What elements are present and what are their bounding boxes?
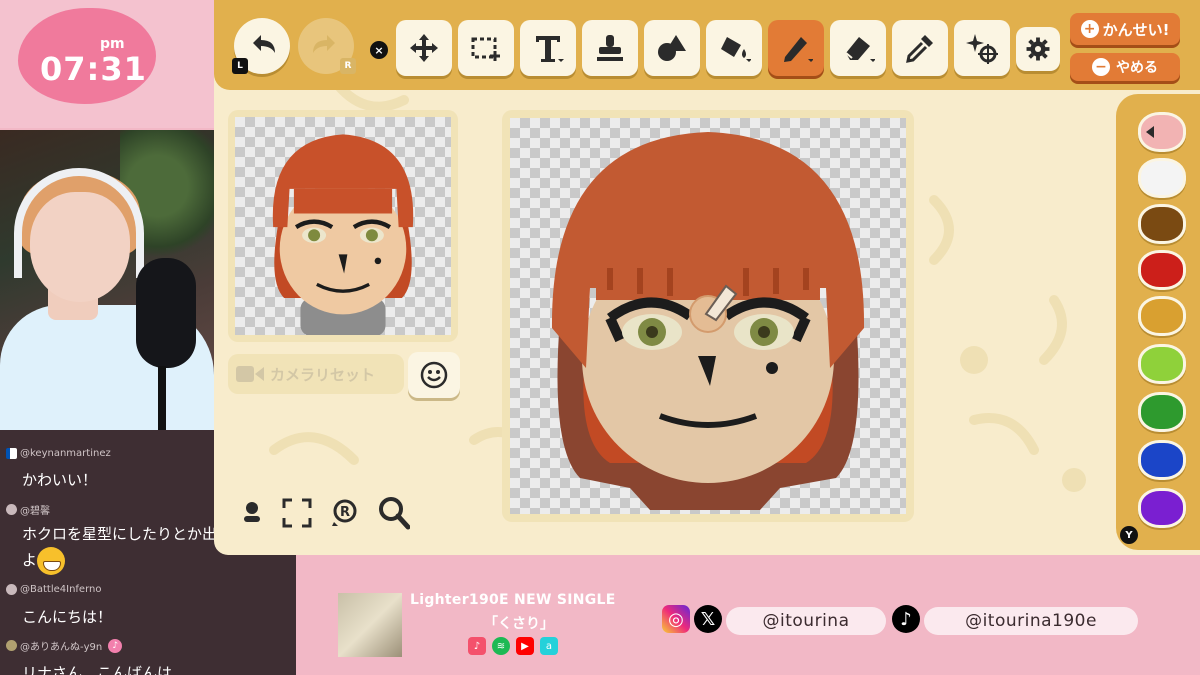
select-tool-button[interactable] bbox=[458, 20, 514, 76]
gear-icon bbox=[1026, 37, 1050, 61]
drawing-canvas[interactable] bbox=[510, 118, 906, 514]
streaming-services: ♪ ≋ ▶ a bbox=[468, 637, 558, 655]
camera-reset-button[interactable]: カメラリセット bbox=[228, 354, 404, 394]
album-cover-image bbox=[338, 593, 402, 657]
chat-text: こんにちは！ bbox=[22, 607, 113, 626]
tiktok-icon[interactable]: ♪ bbox=[892, 605, 920, 633]
clock-time: 07:31 bbox=[40, 50, 147, 88]
svg-text:R: R bbox=[340, 505, 350, 520]
x-icon[interactable]: 𝕏 bbox=[694, 605, 722, 633]
color-swatch[interactable] bbox=[1138, 392, 1186, 432]
toolbar: L R × + かんせい! − やめる bbox=[214, 0, 1200, 90]
microphone-icon bbox=[136, 258, 196, 368]
close-icon[interactable]: × bbox=[370, 41, 388, 59]
single-name: 「くさり」 bbox=[484, 616, 554, 632]
fullscreen-icon[interactable] bbox=[282, 498, 312, 528]
fill-icon bbox=[721, 37, 751, 62]
webcam-feed bbox=[0, 130, 214, 430]
grin-emoji-icon bbox=[37, 546, 66, 575]
color-swatch[interactable] bbox=[1138, 296, 1186, 336]
eyedropper-icon bbox=[906, 35, 933, 63]
instagram-icon[interactable]: ◎ bbox=[662, 605, 690, 633]
plus-icon: + bbox=[1080, 20, 1099, 38]
member-badge-icon: ♪ bbox=[108, 638, 123, 653]
face-view-button[interactable] bbox=[408, 352, 460, 398]
smiley-icon bbox=[420, 361, 448, 389]
flag-icon bbox=[6, 447, 17, 459]
settings-button[interactable] bbox=[1016, 27, 1060, 71]
done-button[interactable]: + かんせい! bbox=[1070, 13, 1180, 45]
fill-tool-button[interactable] bbox=[706, 20, 762, 76]
effects-tool-button[interactable] bbox=[954, 20, 1010, 76]
undo-icon bbox=[253, 35, 275, 53]
text-icon bbox=[536, 36, 564, 62]
pen-tool-button[interactable] bbox=[768, 20, 824, 76]
canvas-panel bbox=[502, 110, 914, 522]
color-swatch[interactable] bbox=[1138, 204, 1186, 244]
camera-reset-label: カメラリセット bbox=[270, 365, 376, 384]
youtube-icon[interactable]: ▶ bbox=[516, 637, 534, 655]
chat-text-tail: よ bbox=[22, 551, 38, 569]
social-handle-1[interactable]: @itourina bbox=[726, 607, 886, 635]
drawing-editor: L R × + かんせい! − やめる カメラリセット R Y bbox=[214, 0, 1200, 555]
selected-arrow-icon bbox=[1146, 126, 1154, 138]
text-tool-button[interactable] bbox=[520, 20, 576, 76]
chat-username: @Battle4Inferno bbox=[20, 584, 102, 595]
stamp-icon bbox=[597, 35, 623, 61]
mii-preview-image bbox=[272, 134, 414, 335]
spotify-icon[interactable]: ≋ bbox=[492, 637, 510, 655]
l-key-hint: L bbox=[232, 58, 248, 74]
pen-icon bbox=[784, 37, 813, 62]
single-title: Lighter190E NEW SINGLE bbox=[410, 592, 616, 608]
preview-panel bbox=[228, 110, 458, 342]
chat-message: @Battle4Inferno こんにちは！ bbox=[0, 583, 296, 631]
preview-canvas bbox=[235, 117, 451, 335]
chat-message: @ありあんぬ-y9n ♪ リナさん こんばんは bbox=[0, 638, 296, 675]
mii-face-drawing bbox=[551, 132, 865, 510]
avatar-icon bbox=[6, 584, 17, 595]
quit-button[interactable]: − やめる bbox=[1070, 53, 1180, 81]
shape-icon bbox=[658, 35, 686, 61]
quit-label: やめる bbox=[1116, 60, 1158, 76]
move-icon bbox=[410, 34, 438, 62]
eraser-tool-button[interactable] bbox=[830, 20, 886, 76]
color-swatch[interactable] bbox=[1138, 488, 1186, 528]
avatar-icon bbox=[6, 640, 17, 651]
stream-footer: Lighter190E NEW SINGLE 「くさり」 ♪ ≋ ▶ a ◎ 𝕏… bbox=[296, 555, 1200, 675]
effects-icon bbox=[966, 34, 998, 64]
color-swatch[interactable] bbox=[1138, 440, 1186, 480]
color-palette: Y bbox=[1116, 94, 1200, 550]
r-key-hint: R bbox=[340, 58, 356, 74]
amazon-music-icon[interactable]: a bbox=[540, 637, 558, 655]
done-label: かんせい! bbox=[1102, 20, 1170, 39]
chat-username: @碧馨 bbox=[20, 505, 50, 517]
microphone-stand bbox=[158, 366, 166, 430]
video-camera-icon bbox=[236, 366, 264, 382]
redo-icon bbox=[313, 35, 335, 53]
shape-tool-button[interactable] bbox=[644, 20, 700, 76]
color-swatch[interactable] bbox=[1138, 250, 1186, 290]
eyedropper-tool-button[interactable] bbox=[892, 20, 948, 76]
avatar-icon bbox=[6, 503, 17, 515]
joystick-icon[interactable] bbox=[240, 500, 264, 526]
minus-icon: − bbox=[1092, 58, 1110, 76]
move-tool-button[interactable] bbox=[396, 20, 452, 76]
select-icon bbox=[471, 37, 500, 61]
eraser-icon bbox=[845, 37, 875, 62]
chat-text: リナさん こんばんは bbox=[22, 663, 173, 675]
canvas-controls: R bbox=[240, 496, 410, 530]
zoom-icon[interactable] bbox=[378, 496, 410, 530]
social-handle-2[interactable]: @itourina190e bbox=[924, 607, 1138, 635]
clock-panel: pm 07:31 bbox=[0, 0, 214, 128]
chat-username: @ありあんぬ-y9n bbox=[20, 642, 103, 653]
rotate-r-icon[interactable]: R bbox=[330, 498, 360, 528]
stamp-tool-button[interactable] bbox=[582, 20, 638, 76]
color-swatch[interactable] bbox=[1138, 344, 1186, 384]
color-swatch[interactable] bbox=[1138, 158, 1186, 198]
chat-username: @keynanmartinez bbox=[20, 447, 111, 459]
apple-music-icon[interactable]: ♪ bbox=[468, 637, 486, 655]
y-key-hint: Y bbox=[1120, 526, 1138, 544]
